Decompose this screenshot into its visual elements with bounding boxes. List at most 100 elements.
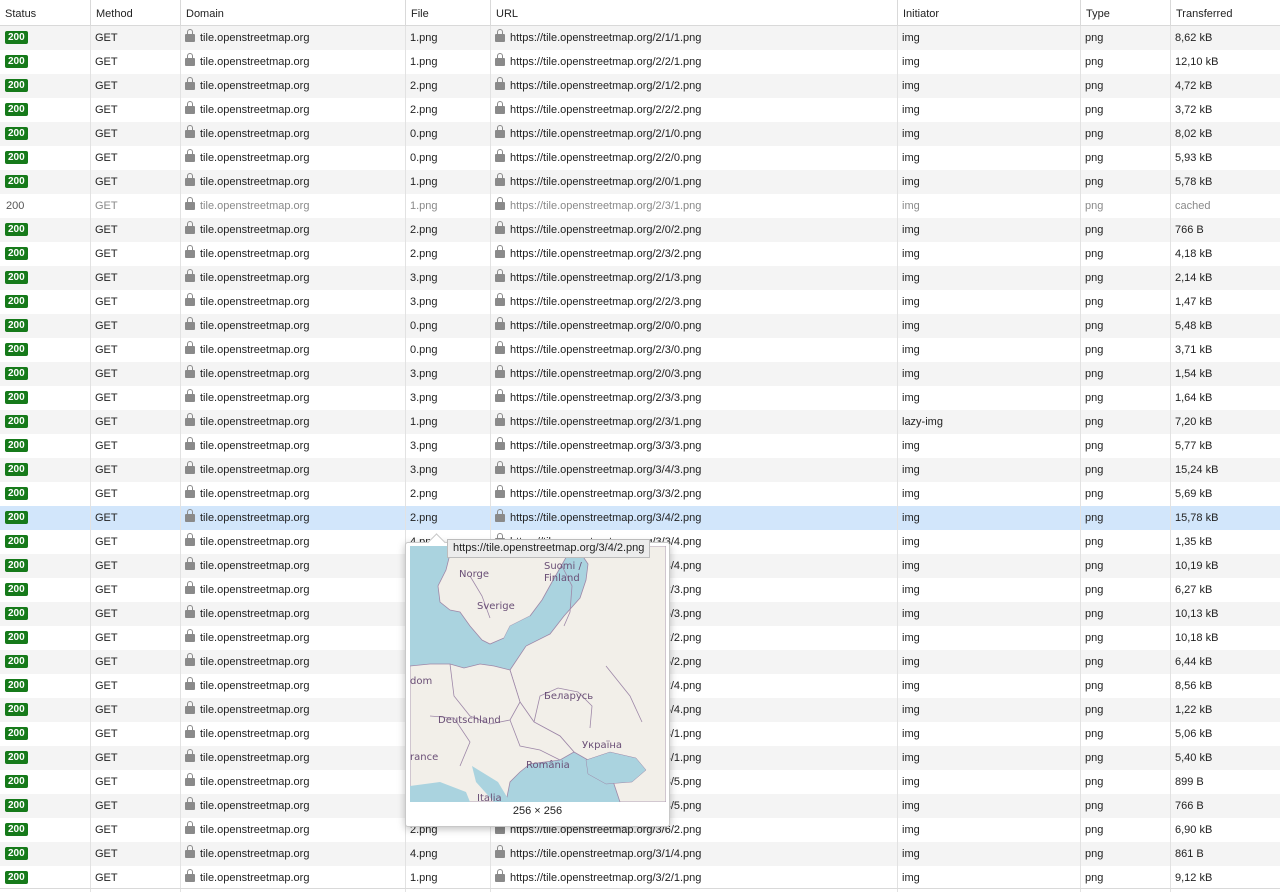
column-method-header[interactable]: Method [90,0,180,26]
column-initiator-cell: img [902,200,920,212]
table-row[interactable]: 200 GET tile.openstreetmap.org 1.png https:/… [0,50,1280,74]
column-initiator-cell: img [902,56,920,68]
column-method-cell: GET [95,224,118,236]
column-domain-cell: tile.openstreetmap.org [180,26,405,50]
column-type-cell: png [1085,104,1104,116]
column-status-cell: 200 [0,818,90,842]
table-row[interactable]: 200 GET tile.openstreetmap.org 0.png https:/… [0,122,1280,146]
table-row[interactable]: 200 GET tile.openstreetmap.org 2.png https:/… [0,74,1280,98]
table-row[interactable]: 200 GET tile.openstreetmap.org 1.png https:/… [0,410,1280,434]
column-domain-cell: tile.openstreetmap.org [180,602,405,626]
status-badge: 200 [5,727,28,740]
column-initiator-header[interactable]: Initiator [897,0,1080,26]
column-type-cell: png [1085,656,1104,668]
column-file-header[interactable]: File [405,0,490,26]
column-method-cell: GET [95,440,118,452]
column-divider [90,26,91,892]
table-row[interactable]: 200 GET tile.openstreetmap.org 2.png https:/… [0,506,1280,530]
table-row[interactable]: 200 GET tile.openstreetmap.org 2.png https:/… [0,482,1280,506]
table-row[interactable]: 200 GET tile.openstreetmap.org 0.png https:/… [0,146,1280,170]
column-initiator-cell: img [902,752,920,764]
request-domain: tile.openstreetmap.org [200,392,310,404]
column-domain-cell: tile.openstreetmap.org [180,482,405,506]
column-method-cell: GET [95,824,118,836]
request-url: https://tile.openstreetmap.org/2/2/0.png [510,152,702,164]
column-transferred-cell: 10,19 kB [1175,560,1219,572]
table-row[interactable]: 200 GET tile.openstreetmap.org 1.png https:/… [0,26,1280,50]
column-status-cell: 200 [0,602,90,626]
column-type-cell: png [1085,776,1104,788]
column-status-cell: 200 [0,26,90,50]
column-status-header[interactable]: Status [0,0,90,26]
lock-icon [495,77,505,90]
lock-icon [185,509,195,522]
request-url: https://tile.openstreetmap.org/2/3/2.png [510,248,702,260]
column-status-cell: 200 [0,746,90,770]
map-label: dom [410,676,432,687]
column-domain-cell: tile.openstreetmap.org [180,746,405,770]
lock-icon [185,821,195,834]
status-badge: 200 [5,535,28,548]
column-file-cell: 3.png [410,296,438,308]
column-file-cell: 4.png [410,848,438,860]
status-badge: 200 [5,703,28,716]
status-badge: 200 [5,631,28,644]
request-url: https://tile.openstreetmap.org/2/0/3.png [510,368,702,380]
column-url-header[interactable]: URL [490,0,897,26]
request-domain: tile.openstreetmap.org [200,488,310,500]
request-domain: tile.openstreetmap.org [200,464,310,476]
lock-icon [495,269,505,282]
column-transferred-cell: 15,24 kB [1175,464,1219,476]
column-url-cell: https://tile.openstreetmap.org/2/1/0.png [490,122,897,146]
column-type-cell: png [1085,248,1104,260]
column-method-cell: GET [95,176,118,188]
column-initiator-cell: img [902,224,920,236]
table-row[interactable]: 200 GET tile.openstreetmap.org 0.png https:/… [0,314,1280,338]
column-method-cell: GET [95,392,118,404]
column-transferred-cell: 10,18 kB [1175,632,1219,644]
column-status-cell: 200 [0,506,90,530]
table-row[interactable]: 200 GET tile.openstreetmap.org 0.png https:/… [0,338,1280,362]
lock-icon [185,461,195,474]
column-status-cell: 200 [0,194,90,218]
status-badge: 200 [5,655,28,668]
lock-icon [495,293,505,306]
table-row[interactable]: 200 GET tile.openstreetmap.org 3.png https:/… [0,386,1280,410]
table-row[interactable]: 200 GET tile.openstreetmap.org 4.png https:/… [0,842,1280,866]
table-row[interactable]: 200 GET tile.openstreetmap.org 3.png https:/… [0,434,1280,458]
lock-icon [495,509,505,522]
lock-icon [495,845,505,858]
column-type-header[interactable]: Type [1080,0,1170,26]
table-bottom-border [0,888,1280,889]
table-row[interactable]: 200 GET tile.openstreetmap.org 2.png https:/… [0,218,1280,242]
column-url-cell: https://tile.openstreetmap.org/2/3/0.png [490,338,897,362]
table-row[interactable]: 200 GET tile.openstreetmap.org 3.png https:/… [0,266,1280,290]
table-row[interactable]: 200 GET tile.openstreetmap.org 1.png https:/… [0,866,1280,890]
lock-icon [185,341,195,354]
request-url: https://tile.openstreetmap.org/3/4/3.png [510,464,702,476]
column-initiator-cell: img [902,776,920,788]
column-url-cell: https://tile.openstreetmap.org/3/3/2.png [490,482,897,506]
column-status-cell: 200 [0,650,90,674]
table-row[interactable]: 200 GET tile.openstreetmap.org 3.png https:/… [0,290,1280,314]
column-initiator-cell: img [902,656,920,668]
column-initiator-cell: img [902,392,920,404]
table-row[interactable]: 200 GET tile.openstreetmap.org 3.png https:/… [0,458,1280,482]
table-row[interactable]: 200 GET tile.openstreetmap.org 1.png https:/… [0,194,1280,218]
table-row[interactable]: 200 GET tile.openstreetmap.org 1.png https:/… [0,170,1280,194]
table-row[interactable]: 200 GET tile.openstreetmap.org 2.png https:/… [0,98,1280,122]
table-row[interactable]: 200 GET tile.openstreetmap.org 2.png https:/… [0,242,1280,266]
column-transferred-cell: 5,78 kB [1175,176,1213,188]
lock-icon [495,197,505,210]
column-status-cell: 200 [0,674,90,698]
column-status-cell: 200 [0,554,90,578]
lock-icon [185,629,195,642]
column-domain-cell: tile.openstreetmap.org [180,74,405,98]
request-domain: tile.openstreetmap.org [200,176,310,188]
lock-icon [495,461,505,474]
column-domain-header[interactable]: Domain [180,0,405,26]
table-row[interactable]: 200 GET tile.openstreetmap.org 3.png https:/… [0,362,1280,386]
column-transferred-header[interactable]: Transferred [1170,0,1280,26]
column-method-cell: GET [95,296,118,308]
request-domain: tile.openstreetmap.org [200,728,310,740]
